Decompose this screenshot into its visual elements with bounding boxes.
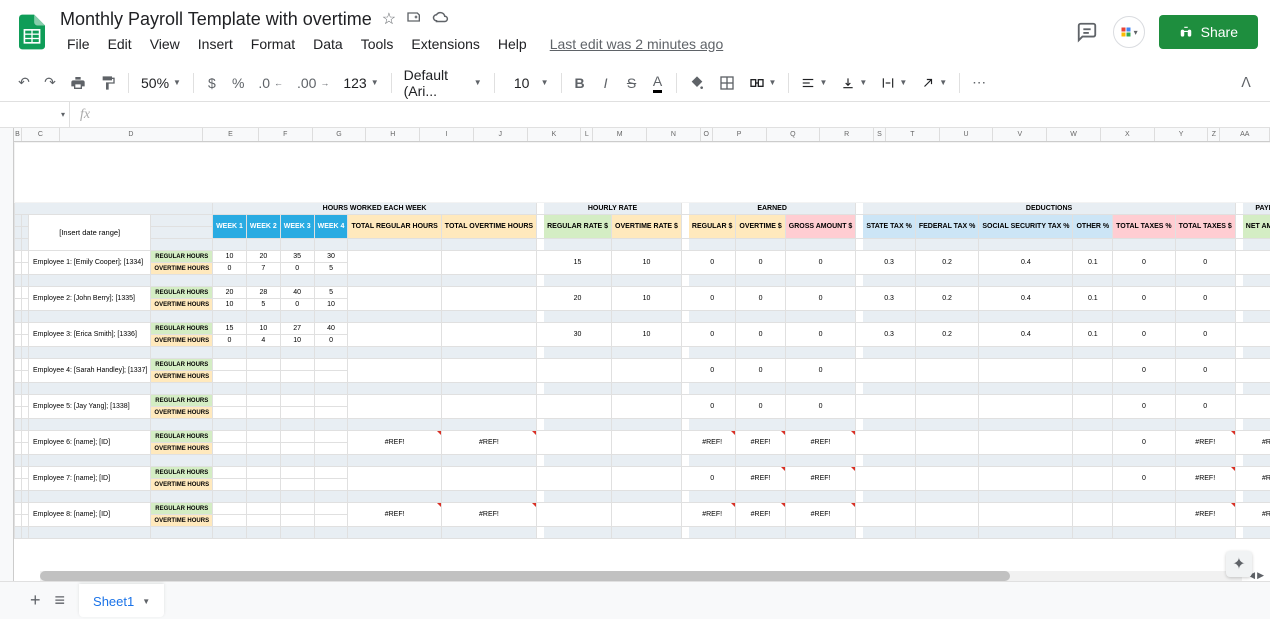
font-size-select[interactable]: 10▼ [501,70,555,96]
sheet-tab-active[interactable]: Sheet1▼ [79,584,164,617]
star-icon[interactable]: ☆ [382,9,396,29]
doc-title[interactable]: Monthly Payroll Template with overtime [60,9,372,30]
menu-format[interactable]: Format [244,32,302,56]
merge-cells-button[interactable]: ▼ [743,71,783,95]
column-headers[interactable]: BCDEFGHIJKLMNOPQRSTUVWXYZAA [14,128,1270,142]
italic-button[interactable]: I [594,70,618,96]
more-toolbar-button[interactable]: ⋯ [966,70,992,96]
explore-button[interactable]: ✦ [1226,551,1252,577]
comments-icon[interactable] [1075,20,1099,44]
increase-decimal-button[interactable]: .00 → [291,70,335,96]
menu-view[interactable]: View [143,32,187,56]
menu-edit[interactable]: Edit [101,32,139,56]
sheet-tabs-bar: + ≡ Sheet1▼ [0,581,1270,619]
decrease-decimal-button[interactable]: .0 ← [252,70,289,96]
font-select[interactable]: Default (Ari...▼ [398,63,488,103]
menu-data[interactable]: Data [306,32,350,56]
percent-button[interactable]: % [226,70,250,96]
redo-button[interactable]: ↷ [38,70,62,96]
formula-input[interactable] [100,102,1270,127]
formula-bar: fx [0,102,1270,128]
spreadsheet-grid[interactable]: BCDEFGHIJKLMNOPQRSTUVWXYZAA HOURS WORKED… [0,128,1270,581]
menu-tools[interactable]: Tools [354,32,401,56]
app-header: Monthly Payroll Template with overtime ☆… [0,0,1270,64]
text-color-button[interactable]: A [646,70,670,96]
text-wrap-button[interactable]: ▼ [875,72,913,94]
sheets-logo[interactable] [12,12,52,52]
menu-extensions[interactable]: Extensions [404,32,486,56]
all-sheets-button[interactable]: ≡ [55,590,66,611]
borders-button[interactable] [713,70,741,96]
text-rotation-button[interactable]: ▼ [915,72,953,94]
last-edit-link[interactable]: Last edit was 2 minutes ago [550,36,724,52]
toolbar: ↶ ↷ 50%▼ $ % .0 ← .00 → 123▼ Default (Ar… [0,64,1270,102]
more-formats-button[interactable]: 123▼ [337,71,384,95]
zoom-select[interactable]: 50%▼ [135,71,187,95]
paint-format-button[interactable] [94,70,122,96]
currency-button[interactable]: $ [200,70,224,96]
strikethrough-button[interactable]: S [620,70,644,96]
bold-button[interactable]: B [568,70,592,96]
scroll-right-icon[interactable]: ▶ [1257,570,1264,581]
collapse-toolbar-button[interactable]: ᐱ [1234,70,1258,96]
name-box[interactable] [0,102,70,127]
add-sheet-button[interactable]: + [30,590,41,611]
horizontal-scrollbar[interactable] [40,571,1242,581]
undo-button[interactable]: ↶ [12,70,36,96]
fx-icon: fx [70,102,100,127]
cloud-icon[interactable] [432,10,450,29]
print-button[interactable] [64,70,92,96]
menu-bar: File Edit View Insert Format Data Tools … [60,32,1075,56]
menu-file[interactable]: File [60,32,97,56]
move-icon[interactable] [406,9,422,30]
horizontal-align-button[interactable]: ▼ [795,72,833,94]
share-button[interactable]: Share [1159,15,1258,49]
menu-help[interactable]: Help [491,32,534,56]
fill-color-button[interactable] [683,70,711,96]
account-avatar[interactable]: ▾ [1113,16,1145,48]
menu-insert[interactable]: Insert [191,32,240,56]
vertical-align-button[interactable]: ▼ [835,72,873,94]
